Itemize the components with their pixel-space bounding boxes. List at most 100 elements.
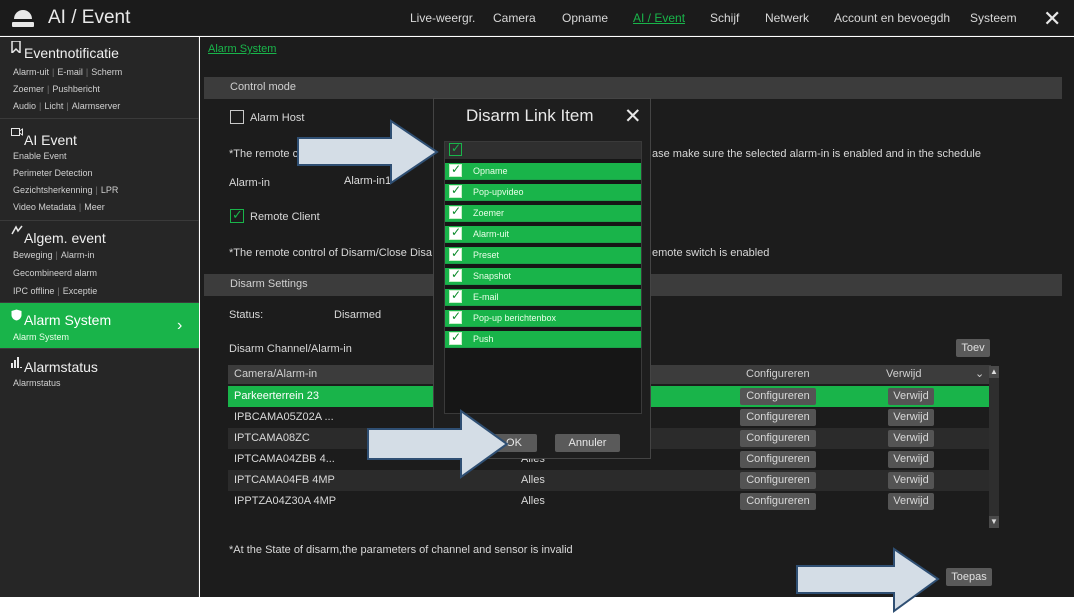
delete-button[interactable]: Verwijd xyxy=(888,388,934,405)
configure-button[interactable]: Configureren xyxy=(740,409,816,426)
link-item-list: Opname Pop-upvideo Zoemer Alarm-uit Pres… xyxy=(444,141,642,414)
sidebar-link[interactable]: Scherm xyxy=(91,67,122,77)
item-checkbox[interactable] xyxy=(449,246,462,261)
item-checkbox[interactable] xyxy=(449,309,462,324)
row-value: Alles xyxy=(521,474,545,486)
sidebar-subline: IPC offline | Exceptie xyxy=(13,286,98,296)
list-item[interactable]: Push xyxy=(445,330,641,348)
alarm-host-checkbox[interactable] xyxy=(230,110,244,124)
nav-system[interactable]: Systeem xyxy=(970,11,1017,25)
sidebar-group-alarm-status[interactable]: Alarmstatus Alarmstatus xyxy=(0,349,199,395)
sidebar-link[interactable]: Gezichtsherkenning xyxy=(13,185,93,195)
sidebar-group-ai-event[interactable]: AI Event Enable Event Perimeter Detectio… xyxy=(0,119,199,221)
sidebar-group-event-notification[interactable]: Eventnotificatie Alarm-uit | E-mail | Scherm… xyxy=(0,37,199,119)
item-label: Pop-up berichtenbox xyxy=(473,313,557,323)
app-title: AI / Event xyxy=(48,7,131,28)
select-all-checkbox[interactable] xyxy=(449,141,462,156)
chevron-down-icon[interactable]: ⌄ xyxy=(975,367,984,380)
configure-button[interactable]: Configureren xyxy=(740,388,816,405)
scroll-down-icon[interactable]: ▼ xyxy=(989,516,999,528)
list-item[interactable]: Opname xyxy=(445,162,641,180)
sidebar-link[interactable]: Video Metadata xyxy=(13,202,76,212)
item-checkbox[interactable] xyxy=(449,225,462,240)
chevron-right-icon: › xyxy=(177,317,183,334)
sidebar-link[interactable]: Zoemer xyxy=(13,84,44,94)
item-label: Alarm-uit xyxy=(473,229,510,239)
nvr-config-screen: AI / Event Live-weergr. Camera Opname AI… xyxy=(0,0,1074,613)
close-icon[interactable]: ✕ xyxy=(1043,6,1061,32)
nav-account[interactable]: Account en bevoegdh xyxy=(834,11,950,25)
sidebar-link[interactable]: IPC offline xyxy=(13,286,54,296)
list-item[interactable]: E-mail xyxy=(445,288,641,306)
item-checkbox[interactable] xyxy=(449,267,462,282)
select-all-row[interactable] xyxy=(445,141,641,159)
sidebar-link[interactable]: LPR xyxy=(101,185,119,195)
add-button[interactable]: Toev xyxy=(956,339,990,357)
delete-button[interactable]: Verwijd xyxy=(888,409,934,426)
table-row[interactable]: IPTCAMA04FB 4MP Alles Configureren Verwi… xyxy=(228,470,991,491)
table-row[interactable]: IPPTZA04Z30A 4MP Alles Configureren Verw… xyxy=(228,491,991,512)
nav-network[interactable]: Netwerk xyxy=(765,11,809,25)
row-camera: Parkeerterrein 23 xyxy=(234,390,319,402)
delete-button[interactable]: Verwijd xyxy=(888,493,934,510)
sidebar-link[interactable]: Perimeter Detection xyxy=(13,168,93,178)
table-scrollbar[interactable]: ▲ ▼ xyxy=(989,366,999,528)
list-item[interactable]: Pop-upvideo xyxy=(445,183,641,201)
list-item[interactable]: Pop-up berichtenbox xyxy=(445,309,641,327)
item-checkbox[interactable] xyxy=(449,162,462,177)
apply-button[interactable]: Toepas xyxy=(946,568,992,586)
status-label: Status: xyxy=(229,309,264,321)
list-item[interactable]: Snapshot xyxy=(445,267,641,285)
sidebar-link[interactable]: Alarmserver xyxy=(72,101,121,111)
sidebar-link[interactable]: Exceptie xyxy=(63,286,98,296)
sidebar: Eventnotificatie Alarm-uit | E-mail | Scherm… xyxy=(0,37,199,597)
nav-ai-event[interactable]: AI / Event xyxy=(633,11,685,25)
sidebar-link[interactable]: Beweging xyxy=(13,250,53,260)
sidebar-link[interactable]: Audio xyxy=(13,101,36,111)
section-control-mode: Control mode xyxy=(204,77,1062,99)
sidebar-link[interactable]: Gecombineerd alarm xyxy=(13,268,97,278)
list-item[interactable]: Zoemer xyxy=(445,204,641,222)
configure-button[interactable]: Configureren xyxy=(740,472,816,489)
delete-button[interactable]: Verwijd xyxy=(888,430,934,447)
sidebar-link[interactable]: Pushbericht xyxy=(52,84,100,94)
alarm-in-label: Alarm-in xyxy=(229,177,270,189)
nav-disk[interactable]: Schijf xyxy=(710,11,739,25)
sidebar-group-alarm-system[interactable]: Alarm System Alarm System › xyxy=(0,303,199,349)
item-checkbox[interactable] xyxy=(449,204,462,219)
close-icon[interactable]: ✕ xyxy=(624,104,642,129)
sidebar-link[interactable]: Licht xyxy=(44,101,63,111)
remote-client-checkbox[interactable] xyxy=(230,207,244,223)
cancel-button[interactable]: Annuler xyxy=(555,434,620,452)
item-checkbox[interactable] xyxy=(449,183,462,198)
sidebar-link[interactable]: E-mail xyxy=(57,67,83,77)
sidebar-group-general-event[interactable]: Algem. event Beweging | Alarm-in Gecombine… xyxy=(0,221,199,303)
breadcrumb[interactable]: Alarm System xyxy=(208,43,276,55)
status-value: Disarmed xyxy=(334,309,382,321)
sidebar-link[interactable]: Alarmstatus xyxy=(13,378,61,388)
configure-button[interactable]: Configureren xyxy=(740,430,816,447)
item-checkbox[interactable] xyxy=(449,330,462,345)
list-item[interactable]: Preset xyxy=(445,246,641,264)
row-camera: IPPTZA04Z30A 4MP xyxy=(234,495,337,507)
ai-camera-icon xyxy=(11,127,23,141)
delete-button[interactable]: Verwijd xyxy=(888,472,934,489)
sidebar-link[interactable]: Alarm-uit xyxy=(13,67,49,77)
row-camera: IPBCAMA05Z02A ... xyxy=(234,411,334,423)
sidebar-link[interactable]: Enable Event xyxy=(13,151,67,161)
list-item[interactable]: Alarm-uit xyxy=(445,225,641,243)
row-camera: IPTCAMA04FB 4MP xyxy=(234,474,335,486)
sidebar-link[interactable]: Alarm-in xyxy=(61,250,95,260)
nav-live-view[interactable]: Live-weergr. xyxy=(410,11,475,25)
delete-button[interactable]: Verwijd xyxy=(888,451,934,468)
sidebar-link[interactable]: Meer xyxy=(84,202,105,212)
nav-recording[interactable]: Opname xyxy=(562,11,608,25)
nav-camera[interactable]: Camera xyxy=(493,11,536,25)
configure-button[interactable]: Configureren xyxy=(740,493,816,510)
bookmark-icon xyxy=(11,40,21,56)
sidebar-link[interactable]: Alarm System xyxy=(13,332,69,342)
configure-button[interactable]: Configureren xyxy=(740,451,816,468)
annotation-arrow-icon xyxy=(297,119,439,185)
scroll-up-icon[interactable]: ▲ xyxy=(989,366,999,378)
item-checkbox[interactable] xyxy=(449,288,462,303)
